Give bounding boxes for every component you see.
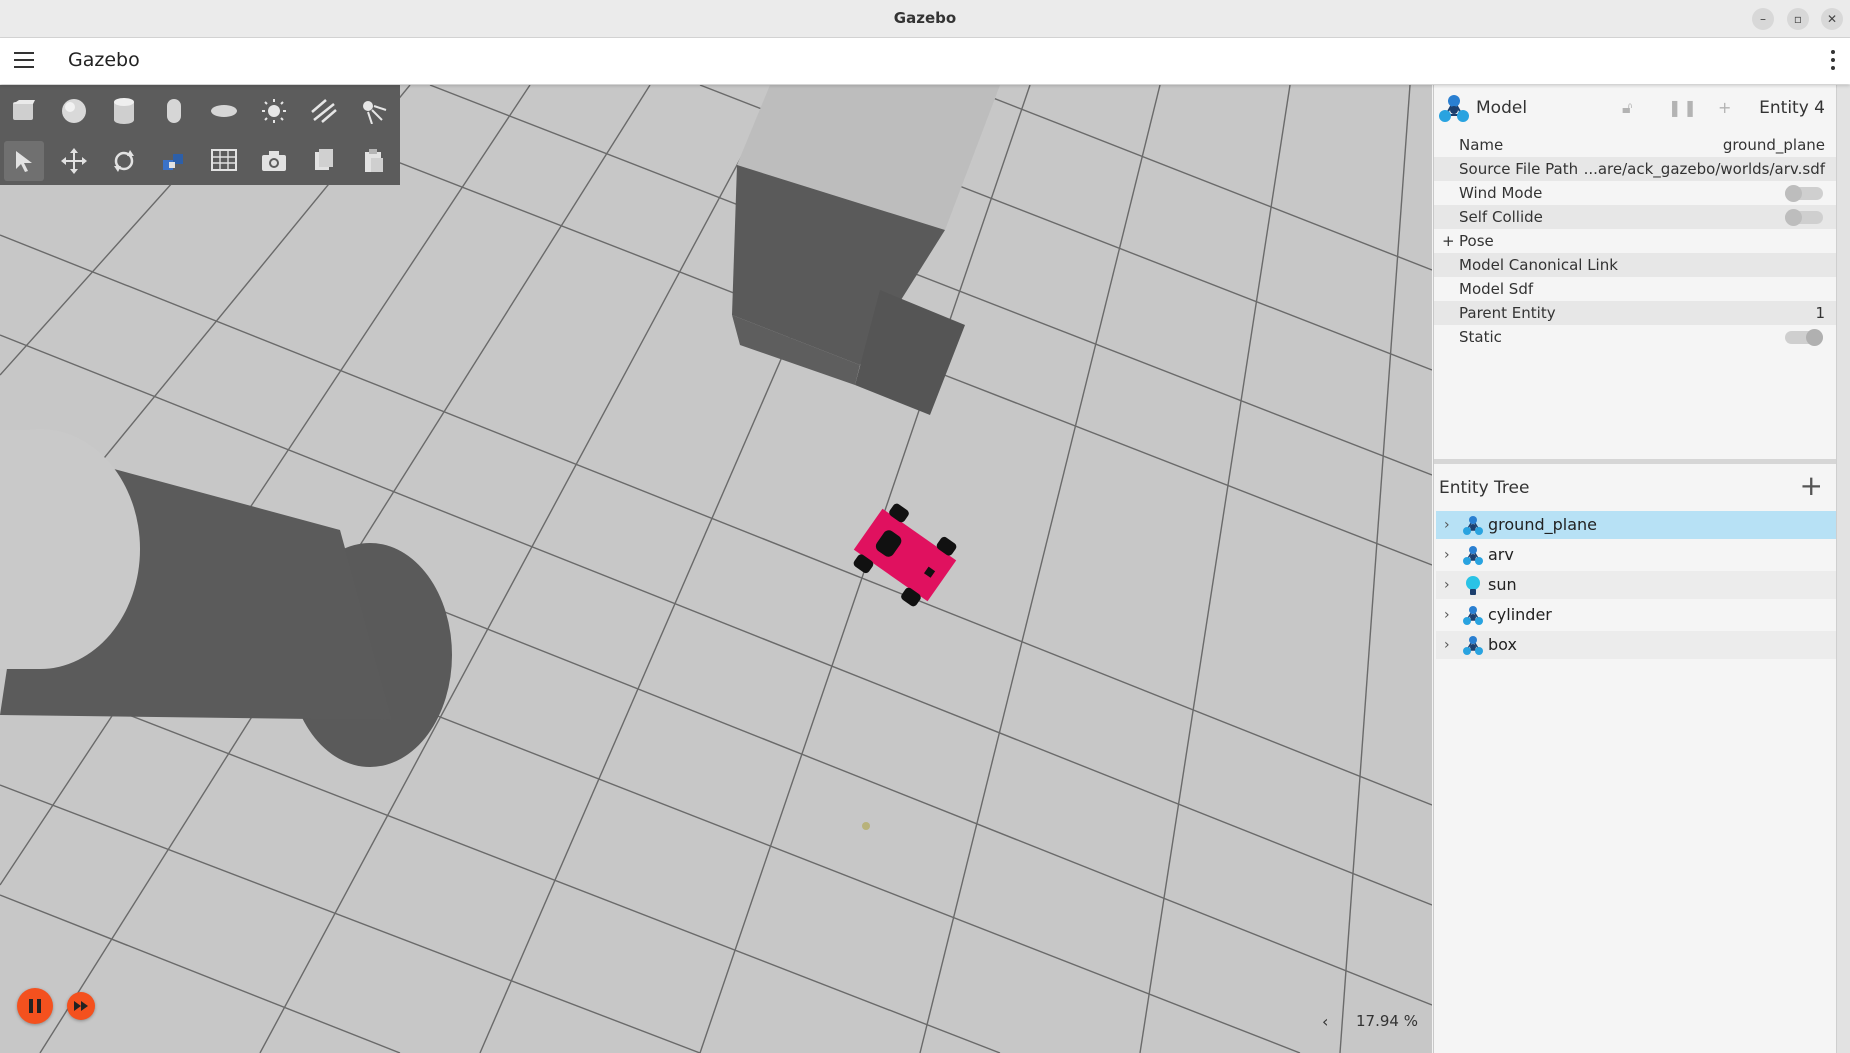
prop-row-name: Name ground_plane xyxy=(1434,133,1837,157)
tree-item-label: ground_plane xyxy=(1488,515,1597,534)
box-shape-icon[interactable] xyxy=(4,91,44,131)
panel-splitter[interactable] xyxy=(1434,459,1837,464)
sun-light-icon[interactable] xyxy=(254,91,294,131)
app-name: Gazebo xyxy=(68,49,140,71)
prop-key: Static xyxy=(1459,328,1502,346)
lock-icon[interactable]: 🔓︎ xyxy=(1622,98,1632,118)
maximize-button[interactable]: ▫ xyxy=(1787,8,1809,30)
sphere-shape-icon[interactable] xyxy=(54,91,94,131)
add-entity-button[interactable]: + xyxy=(1800,471,1823,501)
prop-key: Parent Entity xyxy=(1459,304,1556,322)
prop-row-model-sdf: Model Sdf xyxy=(1434,277,1837,301)
screenshot-icon[interactable] xyxy=(254,141,294,181)
chevron-right-icon[interactable]: › xyxy=(1444,631,1450,659)
tree-item-label: arv xyxy=(1488,545,1514,564)
prop-key: Source File Path xyxy=(1459,160,1579,178)
model-icon xyxy=(1463,606,1483,625)
rtf-expand-icon[interactable]: ‹ xyxy=(1322,1012,1328,1031)
prop-key: Wind Mode xyxy=(1459,184,1543,202)
chevron-right-icon[interactable]: › xyxy=(1444,541,1450,569)
prop-value: ...are/ack_gazebo/worlds/arv.sdf xyxy=(1583,160,1825,178)
right-panel: Model 🔓︎ ❚❚ + Entity 4 Name ground_plane… xyxy=(1433,85,1837,1053)
model-icon xyxy=(1463,516,1483,535)
entity-tree-title: Entity Tree xyxy=(1439,478,1530,498)
menu-bar: Gazebo xyxy=(0,38,1850,84)
chevron-right-icon[interactable]: › xyxy=(1444,571,1450,599)
wind-mode-toggle[interactable] xyxy=(1785,185,1823,202)
copy-icon[interactable] xyxy=(304,141,344,181)
prop-key: Model Canonical Link xyxy=(1459,256,1618,274)
rotate-mode-icon[interactable] xyxy=(104,141,144,181)
tree-item-ground-plane[interactable]: › ground_plane xyxy=(1436,511,1836,539)
window-titlebar: Gazebo – ▫ ✕ xyxy=(0,0,1850,38)
prop-key: Name xyxy=(1459,136,1504,154)
prop-row-static: Static xyxy=(1434,325,1837,349)
model-icon xyxy=(1439,95,1469,122)
minimize-button[interactable]: – xyxy=(1752,8,1774,30)
add-component-icon[interactable]: + xyxy=(1718,98,1731,117)
select-mode-icon[interactable] xyxy=(4,141,44,181)
tree-item-label: sun xyxy=(1488,575,1517,594)
entity-tree-header: Entity Tree + xyxy=(1434,465,1837,511)
scene-viewport[interactable]: ‹ 17.94 % xyxy=(0,85,1432,1053)
prop-row-source-file-path: Source File Path ...are/ack_gazebo/world… xyxy=(1434,157,1837,181)
pause-button[interactable] xyxy=(17,988,53,1024)
prop-key: Self Collide xyxy=(1459,208,1543,226)
prop-key: Model Sdf xyxy=(1459,280,1534,298)
pause-updates-icon[interactable]: ❚❚ xyxy=(1668,98,1699,117)
chevron-right-icon[interactable]: › xyxy=(1444,601,1450,629)
light-bulb-icon xyxy=(1466,576,1480,595)
tree-item-label: box xyxy=(1488,635,1517,654)
prop-value: ground_plane xyxy=(1722,136,1825,154)
self-collide-toggle[interactable] xyxy=(1785,209,1823,226)
step-forward-button[interactable] xyxy=(67,992,95,1020)
snap-icon[interactable] xyxy=(154,141,194,181)
hamburger-menu-icon[interactable] xyxy=(14,52,34,70)
directional-light-icon[interactable] xyxy=(304,91,344,131)
scene-render xyxy=(0,85,1432,1053)
prop-row-pose[interactable]: + Pose xyxy=(1434,229,1837,253)
model-icon xyxy=(1463,546,1483,565)
ellipsoid-shape-icon[interactable] xyxy=(204,91,244,131)
prop-value: 1 xyxy=(1815,304,1825,322)
tree-item-cylinder[interactable]: › cylinder xyxy=(1436,601,1836,629)
prop-row-wind-mode: Wind Mode xyxy=(1434,181,1837,205)
shapes-toolbar xyxy=(0,85,400,185)
prop-row-model-canonical-link: Model Canonical Link xyxy=(1434,253,1837,277)
prop-row-parent-entity: Parent Entity 1 xyxy=(1434,301,1837,325)
prop-row-self-collide: Self Collide xyxy=(1434,205,1837,229)
spot-light-icon[interactable] xyxy=(354,91,394,131)
cylinder-shape-icon[interactable] xyxy=(104,91,144,131)
panel-scrollbar[interactable] xyxy=(1836,85,1850,1053)
expand-pose-icon[interactable]: + xyxy=(1442,229,1455,253)
capsule-shape-icon[interactable] xyxy=(154,91,194,131)
inspector-title: Model xyxy=(1476,98,1528,118)
tree-item-box[interactable]: › box xyxy=(1436,631,1836,659)
grid-config-icon[interactable] xyxy=(204,141,244,181)
prop-key: Pose xyxy=(1459,232,1494,250)
tree-item-arv[interactable]: › arv xyxy=(1436,541,1836,569)
chevron-right-icon[interactable]: › xyxy=(1444,511,1450,539)
translate-mode-icon[interactable] xyxy=(54,141,94,181)
tree-item-sun[interactable]: › sun xyxy=(1436,571,1836,599)
model-icon xyxy=(1463,636,1483,655)
window-title: Gazebo xyxy=(893,9,957,27)
static-toggle[interactable] xyxy=(1785,329,1823,346)
paste-icon[interactable] xyxy=(354,141,394,181)
fast-forward-icon xyxy=(74,1001,88,1011)
entity-id-label: Entity 4 xyxy=(1759,98,1825,118)
more-options-icon[interactable] xyxy=(1830,50,1836,72)
component-inspector-header: Model 🔓︎ ❚❚ + Entity 4 xyxy=(1434,85,1837,133)
close-button[interactable]: ✕ xyxy=(1821,8,1843,30)
tree-item-label: cylinder xyxy=(1488,605,1552,624)
real-time-factor: 17.94 % xyxy=(1356,1012,1418,1030)
